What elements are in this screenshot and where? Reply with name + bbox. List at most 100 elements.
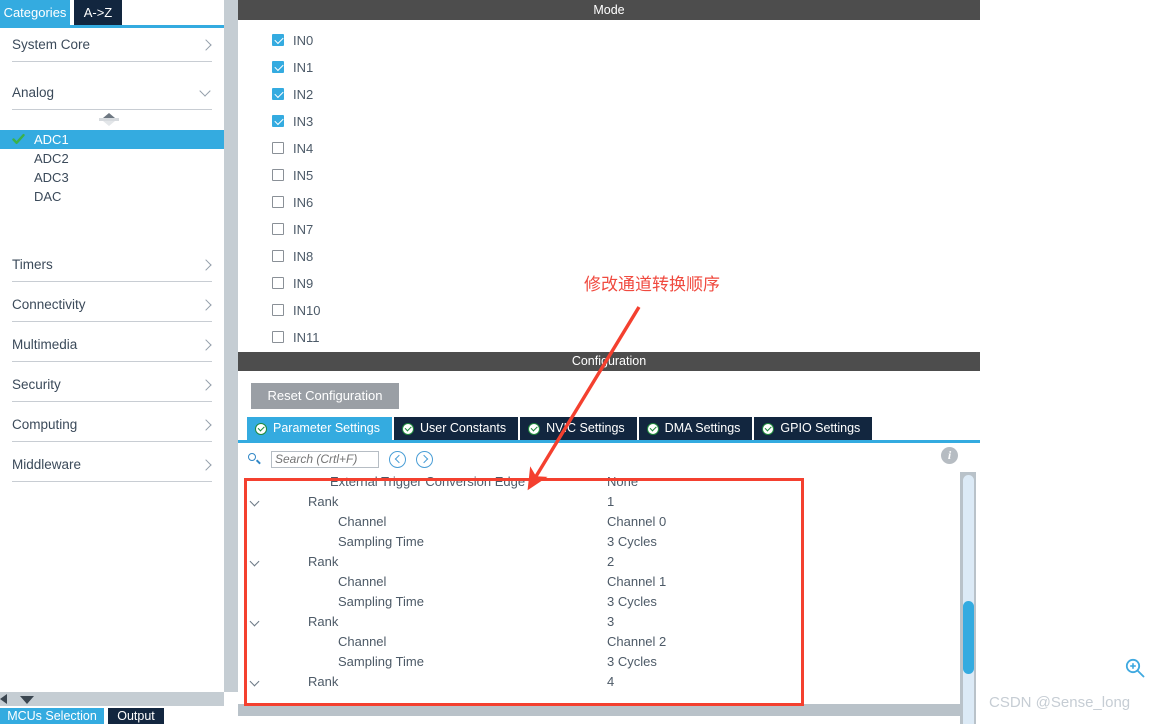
sidebar-item-adc3[interactable]: ADC3 (0, 168, 224, 187)
annotation-highlight-box (244, 478, 804, 706)
checkbox-in5[interactable] (272, 169, 284, 181)
tab-output[interactable]: Output (108, 708, 164, 724)
tab-user-constants[interactable]: User Constants (394, 417, 519, 440)
tab-label: GPIO Settings (780, 421, 861, 435)
search-next-button[interactable] (416, 450, 433, 468)
checkbox-row-in3[interactable]: IN3 (272, 112, 313, 130)
annotation-text: 修改通道转换顺序 (584, 275, 720, 295)
right-blank-area (980, 0, 1152, 724)
search-input[interactable] (271, 450, 379, 468)
tab-label: NVIC Settings (546, 421, 625, 435)
tab-parameter-settings[interactable]: Parameter Settings (247, 417, 392, 440)
search-icon (248, 452, 261, 466)
tab-nvic-settings[interactable]: NVIC Settings (520, 417, 637, 440)
checkbox-row-in7[interactable]: IN7 (272, 220, 313, 238)
check-circle-icon (402, 422, 414, 435)
tab-label: DMA Settings (664, 421, 741, 435)
check-circle-icon (528, 422, 541, 435)
checkbox-row-in9[interactable]: IN9 (272, 274, 313, 292)
sidebar-item-middleware[interactable]: Middleware (12, 448, 212, 482)
checkbox-row-in6[interactable]: IN6 (272, 193, 313, 211)
tab-a-to-z[interactable]: A->Z (74, 0, 122, 25)
sidebar-item-multimedia[interactable]: Multimedia (12, 328, 212, 362)
chevron-right-icon (200, 39, 212, 51)
check-circle-icon (762, 422, 775, 435)
sidebar-item-label: Analog (12, 85, 55, 100)
search-prev-button[interactable] (389, 450, 406, 468)
checkbox-row-in10[interactable]: IN10 (272, 301, 320, 319)
list-scroll-handle-icon[interactable] (99, 113, 119, 127)
checkbox-in1[interactable] (272, 61, 284, 73)
sidebar-item-timers[interactable]: Timers (12, 248, 212, 282)
sidebar-item-label: ADC1 (34, 132, 69, 147)
checkbox-row-in5[interactable]: IN5 (272, 166, 313, 184)
sidebar-item-security[interactable]: Security (12, 368, 212, 402)
sidebar-horizontal-scrollbar[interactable] (0, 692, 224, 706)
tab-mcus-selection[interactable]: MCUs Selection (0, 708, 104, 724)
tab-label: User Constants (420, 421, 507, 435)
checkbox-in10[interactable] (272, 304, 284, 316)
sidebar-item-adc1[interactable]: ADC1 (0, 130, 243, 149)
watermark: CSDN @Sense_long (989, 694, 1131, 711)
sidebar-item-adc2[interactable]: ADC2 (0, 149, 224, 168)
tab-label: Parameter Settings (273, 421, 380, 435)
mode-channel-list: IN0 IN1 IN2 IN3 IN4 IN5 IN6 IN7 IN8 IN9 … (238, 20, 964, 348)
checkbox-in9[interactable] (272, 277, 284, 289)
checkbox-label: IN10 (293, 302, 321, 318)
checkbox-row-in4[interactable]: IN4 (272, 139, 313, 157)
checkbox-label: IN9 (293, 275, 314, 291)
scroll-down-arrow-icon (20, 696, 34, 704)
checkbox-in4[interactable] (272, 142, 284, 154)
tab-gpio-settings[interactable]: GPIO Settings (754, 417, 873, 440)
checkbox-in6[interactable] (272, 196, 284, 208)
sidebar-item-system-core[interactable]: System Core (12, 28, 212, 62)
checkbox-row-in0[interactable]: IN0 (272, 31, 313, 49)
check-icon (12, 133, 25, 146)
configuration-scrollbar-track[interactable] (963, 475, 974, 724)
checkbox-in2[interactable] (272, 88, 284, 100)
checkbox-label: IN3 (293, 113, 314, 129)
sidebar-item-label: ADC2 (34, 151, 69, 166)
checkbox-label: IN8 (293, 248, 314, 264)
sidebar-item-label: DAC (34, 189, 62, 204)
mode-panel: Mode IN0 IN1 IN2 IN3 IN4 IN5 IN6 IN7 IN8… (238, 0, 980, 348)
sidebar-item-label: Security (12, 377, 61, 392)
checkbox-label: IN0 (293, 32, 314, 48)
checkbox-row-in2[interactable]: IN2 (272, 85, 313, 103)
tab-categories[interactable]: Categories (0, 0, 70, 25)
configuration-scrollbar-thumb[interactable] (963, 601, 974, 674)
sidebar-item-analog[interactable]: Analog (12, 76, 212, 110)
checkbox-row-in1[interactable]: IN1 (272, 58, 313, 76)
chevron-right-icon (200, 299, 212, 311)
checkbox-in11[interactable] (272, 331, 284, 343)
reset-configuration-button[interactable]: Reset Configuration (251, 383, 399, 409)
checkbox-row-in11[interactable]: IN11 (272, 328, 320, 346)
sidebar-item-label: System Core (12, 37, 91, 52)
checkbox-label: IN1 (293, 59, 314, 75)
sidebar-item-dac[interactable]: DAC (0, 187, 224, 206)
sidebar-item-label: ADC3 (34, 170, 69, 185)
sidebar-tabbar: Categories A->Z (0, 0, 224, 25)
configuration-tabbar: Parameter Settings User Constants NVIC S… (247, 417, 873, 440)
analog-peripheral-list: ADC1 ADC2 ADC3 DAC (0, 110, 243, 226)
sidebar-item-label: Computing (12, 417, 78, 432)
checkbox-row-in8[interactable]: IN8 (272, 247, 313, 265)
sidebar-item-connectivity[interactable]: Connectivity (12, 288, 212, 322)
checkbox-label: IN5 (293, 167, 314, 183)
category-list: System Core Analog ADC1 ADC2 ADC3 DAC Ti… (0, 28, 243, 482)
left-sidebar: Categories A->Z System Core Analog ADC1 … (0, 0, 243, 724)
info-icon[interactable]: i (941, 447, 958, 464)
chevron-right-icon (200, 379, 212, 391)
checkbox-in8[interactable] (272, 250, 284, 262)
sidebar-vertical-scrollbar[interactable] (224, 0, 238, 692)
chevron-right-icon (200, 259, 212, 271)
tab-dma-settings[interactable]: DMA Settings (638, 417, 753, 440)
chevron-right-icon (200, 419, 212, 431)
checkbox-in3[interactable] (272, 115, 284, 127)
sidebar-item-computing[interactable]: Computing (12, 408, 212, 442)
check-circle-icon (255, 422, 267, 435)
zoom-in-icon[interactable] (1124, 657, 1146, 679)
checkbox-in0[interactable] (272, 34, 284, 46)
checkbox-in7[interactable] (272, 223, 284, 235)
configuration-panel-title: Configuration (238, 352, 980, 371)
